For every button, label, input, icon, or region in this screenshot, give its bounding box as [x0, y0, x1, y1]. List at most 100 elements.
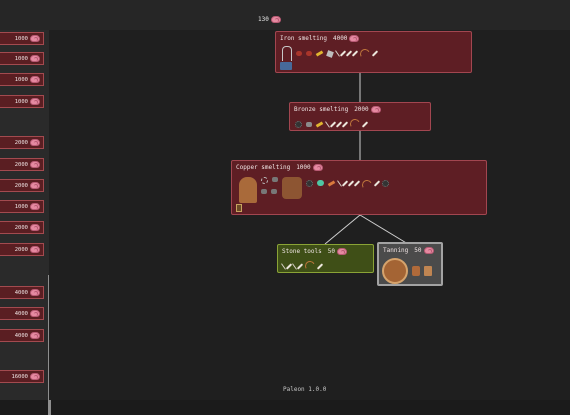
node-cost-value: 4000 — [332, 35, 348, 42]
brain-icon — [30, 98, 40, 105]
tech-node-bronze-smelting[interactable]: Bronze smelting 2000 — [289, 102, 431, 131]
bronze-bar-icon — [315, 120, 324, 128]
mold-icon — [261, 177, 268, 184]
spear-icon — [337, 180, 342, 187]
node-unlocks — [295, 117, 369, 131]
sidebar-tech-item[interactable]: 16000 — [0, 370, 44, 383]
pick-icon — [351, 50, 359, 57]
brain-icon — [370, 106, 381, 113]
bucket-icon — [236, 204, 242, 212]
sidebar-tech-cost: 2000 — [14, 182, 28, 189]
spear-icon — [335, 50, 340, 57]
brain-icon — [336, 248, 347, 255]
leather-hide-icon — [382, 258, 408, 284]
brain-icon — [423, 247, 434, 254]
tech-node-iron-smelting[interactable]: Iron smelting 4000 — [275, 31, 472, 73]
node-header: Copper smelting 1000 — [236, 164, 323, 171]
node-header: Bronze smelting 2000 — [294, 106, 381, 113]
sidebar-tech-cost: 4000 — [14, 289, 28, 296]
node-cost-value: 1000 — [296, 164, 311, 171]
node-title: Copper smelting — [236, 164, 291, 171]
node-cost-value: 2000 — [354, 106, 369, 113]
sidebar-tech-item[interactable]: 4000 — [0, 329, 44, 342]
tongs-icon — [282, 46, 292, 61]
tech-tree-canvas[interactable]: Iron smelting 4000 Bronze smelting 2000 … — [49, 30, 570, 400]
dagger-icon — [373, 180, 381, 187]
dagger-icon — [361, 120, 369, 128]
brain-icon — [30, 55, 40, 62]
sidebar-tech-item[interactable]: 4000 — [0, 286, 44, 299]
brain-icon — [30, 332, 40, 339]
knife-icon — [341, 180, 349, 187]
connector-copper-stone — [324, 214, 361, 245]
sidebar-tech-item[interactable]: 2000 — [0, 158, 44, 171]
node-cost: 4000 — [332, 35, 360, 42]
node-header: Tanning 50 — [383, 247, 434, 254]
node-cost: 50 — [328, 248, 347, 255]
brain-icon — [30, 289, 40, 296]
sidebar-tech-cost: 2000 — [14, 161, 28, 168]
sidebar-tech-item[interactable]: 1000 — [0, 95, 44, 108]
stone-dagger-icon — [316, 262, 324, 270]
sidebar-tech-item[interactable]: 2000 — [0, 221, 44, 234]
sickle-icon — [358, 47, 372, 60]
sickle-icon — [348, 117, 362, 131]
copper-ore-icon — [317, 180, 324, 186]
pick-icon — [353, 180, 361, 187]
node-unlocks — [282, 46, 379, 61]
tech-sidebar: 1000 1000 1000 1000 2000 2000 2000 1000 2000 2000… — [0, 30, 51, 415]
iron-ore-icon — [296, 51, 302, 56]
sidebar-tech-cost: 1000 — [14, 98, 28, 105]
node-title: Bronze smelting — [294, 106, 349, 113]
sidebar-tech-item[interactable]: 1000 — [0, 200, 44, 213]
sidebar-tech-cost: 4000 — [14, 310, 28, 317]
research-points-value: 130 — [258, 16, 269, 23]
sidebar-tech-cost: 2000 — [14, 139, 28, 146]
tool-cluster — [261, 177, 278, 194]
node-unlocks-secondary — [280, 62, 292, 70]
axe-icon — [345, 50, 353, 57]
tech-node-stone-tools[interactable]: Stone tools 50 — [277, 244, 374, 273]
node-unlocks — [239, 177, 389, 203]
iron-ingot-icon — [326, 49, 334, 58]
brain-icon — [349, 35, 360, 42]
sidebar-tech-cost: 2000 — [14, 246, 28, 253]
tech-node-copper-smelting[interactable]: Copper smelting 1000 — [231, 160, 487, 215]
node-header: Iron smelting 4000 — [280, 35, 360, 42]
brain-icon — [30, 139, 40, 146]
gold-bar-icon — [315, 50, 324, 57]
sidebar-tech-item[interactable]: 2000 — [0, 136, 44, 149]
sidebar-tech-item[interactable]: 4000 — [0, 307, 44, 320]
connector-lines — [324, 73, 409, 245]
node-cost-value: 50 — [414, 247, 422, 254]
sickle-icon — [360, 178, 374, 192]
brain-icon — [30, 224, 40, 231]
node-cost: 1000 — [296, 164, 323, 171]
brain-icon — [30, 76, 40, 83]
stone-pick-icon — [296, 262, 304, 270]
sidebar-tech-item[interactable]: 1000 — [0, 73, 44, 86]
sidebar-tech-item[interactable]: 1000 — [0, 32, 44, 45]
sidebar-tech-item[interactable]: 2000 — [0, 179, 44, 192]
crucible-icon — [272, 177, 278, 182]
brain-icon — [30, 373, 40, 380]
node-unlocks-secondary — [236, 204, 242, 212]
brain-icon — [30, 310, 40, 317]
node-title: Iron smelting — [280, 35, 327, 42]
node-unlocks — [281, 259, 324, 273]
sidebar-tech-cost: 1000 — [14, 203, 28, 210]
sidebar-tech-cost: 4000 — [14, 332, 28, 339]
sidebar-tech-item[interactable]: 2000 — [0, 243, 44, 256]
stone-icon — [306, 121, 312, 127]
research-points: 130 — [258, 16, 281, 23]
brain-icon — [30, 203, 40, 210]
sidebar-tech-cost: 16000 — [11, 373, 28, 380]
sidebar-tech-item[interactable]: 1000 — [0, 52, 44, 65]
sidebar-tech-cost: 1000 — [14, 35, 28, 42]
malachite-icon — [306, 180, 313, 187]
tech-node-tanning[interactable]: Tanning 50 — [377, 242, 443, 286]
pick-icon — [341, 120, 349, 128]
pot-icon — [261, 189, 267, 194]
bowl-icon — [271, 189, 277, 194]
furnace-icon — [239, 177, 257, 203]
